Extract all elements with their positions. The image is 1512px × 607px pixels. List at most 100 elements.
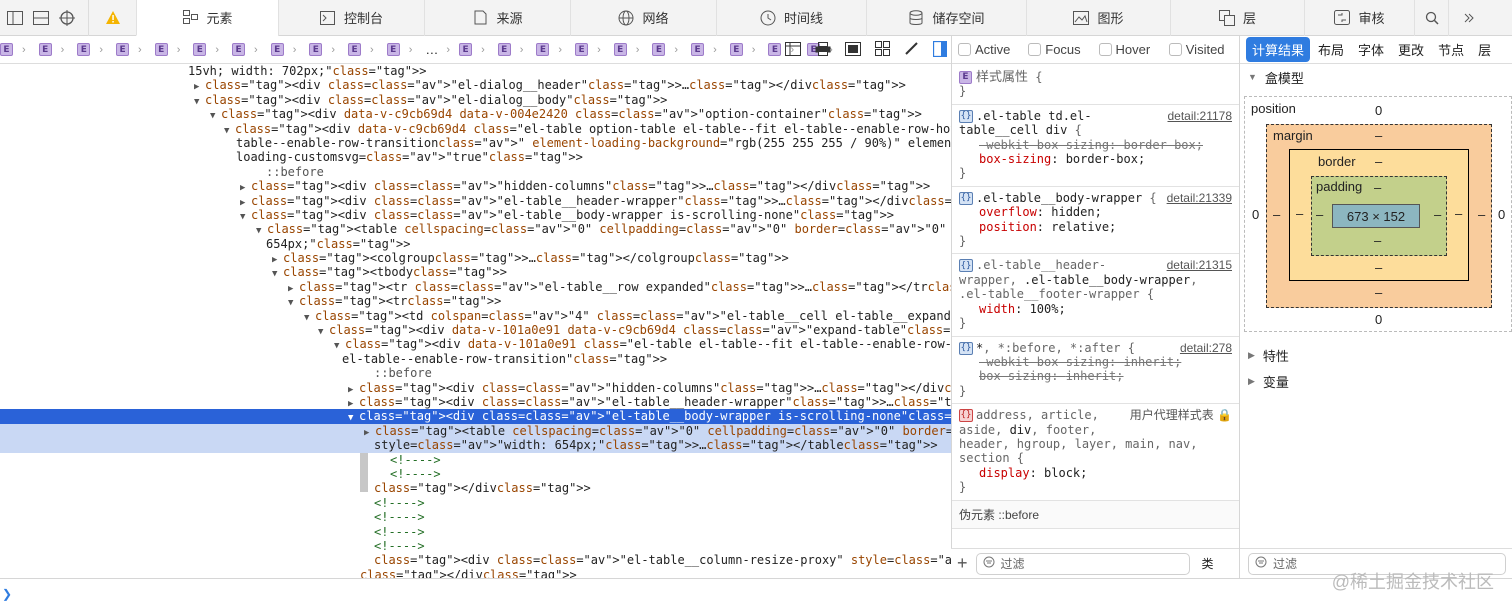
dom-node-line[interactable]: <!----> xyxy=(0,467,951,481)
margin-top-value[interactable]: – xyxy=(1375,128,1382,143)
breadcrumb-item[interactable]: E › xyxy=(309,43,344,56)
rule-property[interactable]: -webkit-box-sizing: inherit; xyxy=(959,355,1232,369)
rule-property[interactable]: display: block; xyxy=(959,466,1232,480)
dom-node-line[interactable]: el-table--enable-row-transition"class="t… xyxy=(0,352,951,366)
user-agent-rule[interactable]: 用户代理样式表 🔒 {} address, article, aside, div… xyxy=(952,404,1239,501)
layout-grid-icon[interactable] xyxy=(875,41,890,59)
dom-node-line[interactable]: ▼ class="tag"><div data-v-101a0e91 class=… xyxy=(0,337,951,351)
border-left-value[interactable]: – xyxy=(1296,206,1303,221)
rule-source-link[interactable]: detail:278 xyxy=(1180,341,1232,355)
css-rule[interactable]: detail:21315 {} .el-table__header- wrappe… xyxy=(952,254,1239,337)
dom-node-line[interactable]: ▶ class="tag"><tr class=class="av">"el-ta… xyxy=(0,280,951,294)
dom-node-line[interactable]: 654px;"class="tag">> xyxy=(0,237,951,251)
dom-node-line[interactable]: ▶ class="tag"><div class=class="av">"el-d… xyxy=(0,78,951,92)
tab-layers[interactable]: 层 xyxy=(1170,0,1304,36)
css-rule[interactable]: detail:21178 {} .el-table td.el- table__c… xyxy=(952,105,1239,187)
dom-node-line[interactable]: ▶ class="tag"><div class=class="av">"el-t… xyxy=(0,395,951,409)
dom-node-line[interactable]: <!----> xyxy=(0,496,951,510)
tab-storage[interactable]: 储存空间 xyxy=(866,0,1026,36)
style-attribute-rule[interactable]: E 样式属性 { } xyxy=(952,64,1239,105)
dom-node-line[interactable]: ▼ class="tag"><div data-v-c9cb69d4 data-v… xyxy=(0,107,951,121)
border-right-value[interactable]: – xyxy=(1455,206,1462,221)
tab-sources[interactable]: 来源 xyxy=(424,0,570,36)
variables-section-header[interactable]: ▶ 变量 xyxy=(1240,368,1512,394)
tab-fonts[interactable]: 字体 xyxy=(1352,37,1390,62)
position-bottom-value[interactable]: 0 xyxy=(1375,312,1382,327)
dom-node-line[interactable]: class="tag"><div class=class="av">"el-ta… xyxy=(0,553,951,567)
dom-node-line[interactable]: <!----> xyxy=(0,539,951,553)
properties-section-header[interactable]: ▶ 特性 xyxy=(1240,342,1512,368)
dom-node-line[interactable]: ▼ class="tag"><div data-v-101a0e91 data-v… xyxy=(0,323,951,337)
position-top-value[interactable]: 0 xyxy=(1375,103,1382,118)
margin-left-value[interactable]: – xyxy=(1273,207,1280,222)
margin-bottom-value[interactable]: – xyxy=(1375,285,1382,300)
dom-node-line[interactable]: ▼ class="tag"><td colspan=class="av">"4" … xyxy=(0,309,951,323)
print-icon[interactable] xyxy=(815,41,831,59)
dom-node-line[interactable]: class="tag"></divclass="tag">> xyxy=(0,568,951,578)
tab-computed[interactable]: 计算结果 xyxy=(1246,37,1311,62)
tab-node[interactable]: 节点 xyxy=(1432,37,1470,62)
grid-overlay-icon[interactable] xyxy=(785,41,801,59)
dock-bottom-icon[interactable] xyxy=(28,0,54,36)
breadcrumb-item[interactable]: E › xyxy=(536,43,571,56)
dom-node-line[interactable]: ▶ class="tag"><div class=class="av">"el-t… xyxy=(0,194,951,208)
breadcrumb-item[interactable]: E › xyxy=(38,43,74,56)
breadcrumb-item[interactable]: E › xyxy=(691,43,726,56)
dom-node-line[interactable]: ▼ class="tag"><table cellspacing=class="a… xyxy=(0,222,951,236)
dom-node-line[interactable]: ▶ class="tag"><colgroupclass="tag">>…clas… xyxy=(0,251,951,265)
dom-node-line[interactable]: <!----> xyxy=(0,510,951,524)
dock-side-icon[interactable] xyxy=(2,0,28,36)
overflow-button[interactable] xyxy=(1448,0,1488,36)
rule-source-link[interactable]: detail:21315 xyxy=(1167,258,1232,272)
breadcrumb-item[interactable]: E › xyxy=(270,43,306,56)
margin-right-value[interactable]: – xyxy=(1478,207,1485,222)
padding-left-value[interactable]: – xyxy=(1316,207,1323,222)
box-model-section-header[interactable]: ▼ 盒模型 xyxy=(1240,64,1512,90)
border-bottom-value[interactable]: – xyxy=(1375,260,1382,275)
css-rule[interactable]: detail:21339 {} .el-table__body-wrapper {… xyxy=(952,187,1239,255)
tab-console[interactable]: 控制台 xyxy=(278,0,424,36)
checkbox[interactable] xyxy=(958,43,971,56)
padding-right-value[interactable]: – xyxy=(1434,207,1441,222)
rule-source-link[interactable]: detail:21339 xyxy=(1167,191,1232,205)
breadcrumb-item[interactable]: E › xyxy=(193,43,228,56)
checkbox[interactable] xyxy=(1168,43,1182,56)
breadcrumb-item[interactable]: E › xyxy=(386,43,422,56)
breadcrumb-item[interactable]: E › xyxy=(575,43,610,56)
breadcrumb-item[interactable]: E › xyxy=(729,43,765,56)
class-toggle-button[interactable]: 类 xyxy=(1202,555,1214,572)
tab-layers[interactable]: 层 xyxy=(1472,37,1497,62)
breadcrumb-item[interactable]: E › xyxy=(116,43,151,56)
compositing-borders-icon[interactable] xyxy=(845,41,861,59)
css-rule[interactable]: detail:278 {} *, *:before, *:after { -web… xyxy=(952,337,1239,405)
breadcrumb-item[interactable]: E › xyxy=(613,43,649,56)
toggle-sidebar-icon[interactable] xyxy=(932,40,948,60)
dom-node-line[interactable]: <!----> xyxy=(0,525,951,539)
tab-changes[interactable]: 更改 xyxy=(1392,37,1430,62)
checkbox[interactable] xyxy=(1028,43,1042,56)
position-right-value[interactable]: 0 xyxy=(1498,207,1505,222)
tab-graphics[interactable]: 图形 xyxy=(1026,0,1170,36)
position-left-value[interactable]: 0 xyxy=(1252,207,1259,222)
dom-node-line[interactable]: ▼ class="tag"><div class=class="av">"el-t… xyxy=(0,409,951,424)
breadcrumb-item[interactable]: E › xyxy=(232,43,267,56)
dom-node-line[interactable]: ::before xyxy=(0,366,951,380)
breadcrumb-item[interactable]: E › xyxy=(77,43,112,56)
dom-node-line[interactable]: table--enable-row-transitionclass="av">"… xyxy=(0,136,951,150)
rule-property[interactable]: box-sizing: border-box; xyxy=(959,152,1232,166)
dom-node-line[interactable]: ▶ class="tag"><div class=class="av">"hidd… xyxy=(0,179,951,193)
padding-bottom-value[interactable]: – xyxy=(1374,233,1381,248)
rule-source-link[interactable]: detail:21178 xyxy=(1168,109,1233,123)
tab-elements[interactable]: 元素 xyxy=(136,0,278,36)
rule-property[interactable]: width: 100%; xyxy=(959,302,1232,316)
breadcrumb-item[interactable]: E › xyxy=(348,43,383,56)
rule-property[interactable]: overflow: hidden; xyxy=(959,205,1232,219)
pseudo-active[interactable]: Active xyxy=(958,42,1028,57)
dom-node-line[interactable]: ▼ class="tag"><div data-v-c9cb69d4 class=… xyxy=(0,122,951,136)
rule-property[interactable]: -webkit-box-sizing: border-box; xyxy=(959,138,1232,152)
dom-node-line[interactable]: class="tag"></divclass="tag">> xyxy=(0,481,951,495)
tab-timeline[interactable]: 时间线 xyxy=(716,0,866,36)
border-top-value[interactable]: – xyxy=(1375,154,1382,169)
dom-node-line[interactable]: ▼ class="tag"><trclass="tag">> xyxy=(0,294,951,308)
breadcrumb-ellipsis[interactable]: … xyxy=(425,42,438,57)
